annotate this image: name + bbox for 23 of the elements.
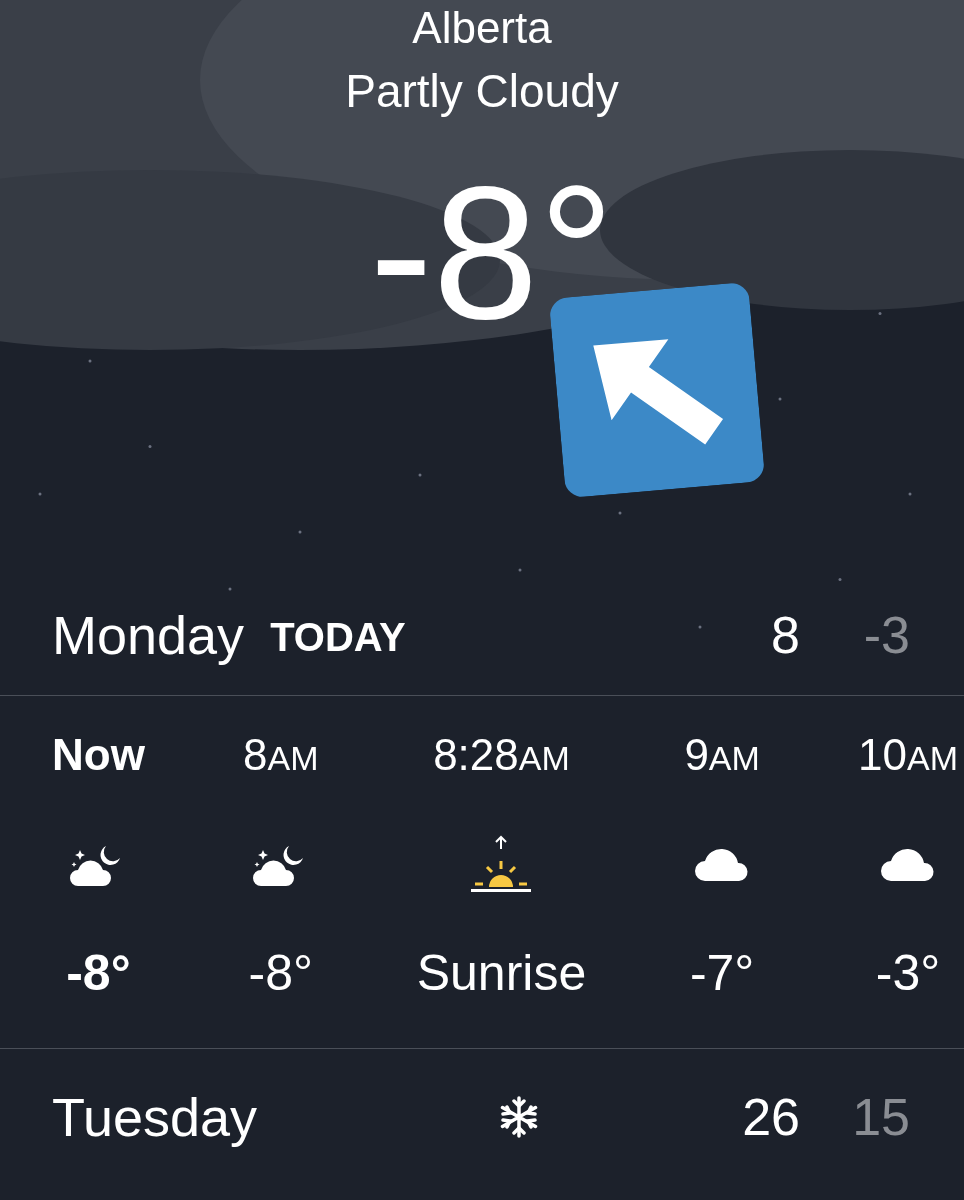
- hour-temperature: -8°: [66, 944, 131, 1002]
- low-temperature: -3: [862, 605, 910, 665]
- hour-label: 8:28AM: [433, 730, 570, 780]
- weather-condition: Partly Cloudy: [345, 64, 619, 118]
- hour-label: Now: [52, 730, 145, 780]
- hour-label: 10AM: [858, 730, 958, 780]
- sunrise-icon: [471, 835, 532, 893]
- hour-label: 8AM: [243, 730, 319, 780]
- day-name: Monday: [52, 604, 245, 666]
- current-temperature: -8°: [369, 148, 615, 357]
- cloud-icon: [695, 847, 750, 881]
- cloud-icon: [881, 847, 935, 881]
- city-name: Alberta: [412, 6, 552, 50]
- hour-temperature: -8°: [248, 944, 313, 1002]
- high-temperature: 26: [741, 1087, 800, 1147]
- hour-label: 9AM: [684, 730, 760, 780]
- today-label: TODAY: [270, 614, 406, 660]
- hour-temperature: -3°: [875, 944, 941, 1002]
- high-temperature: 8: [770, 605, 800, 665]
- hour-temperature: -7°: [689, 944, 755, 1002]
- low-temperature: 15: [851, 1087, 910, 1147]
- day-name: Tuesday: [52, 1086, 258, 1148]
- hour-temperature: Sunrise: [416, 944, 587, 1002]
